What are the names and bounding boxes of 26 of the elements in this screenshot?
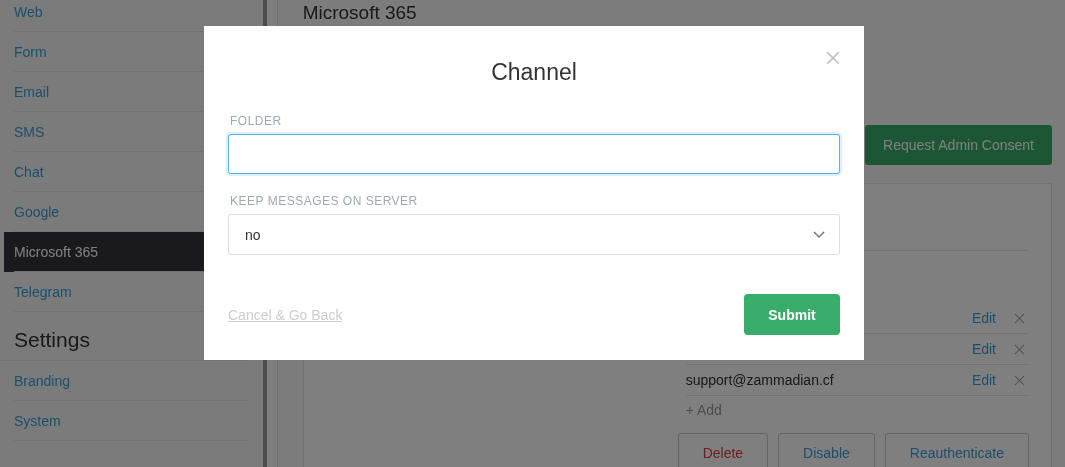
sidebar-item[interactable]: System xyxy=(4,401,263,441)
edit-link[interactable]: Edit xyxy=(971,310,996,326)
chevron-down-icon xyxy=(813,230,825,239)
sidebar-item[interactable]: Chat xyxy=(4,152,263,192)
edit-link[interactable]: Edit xyxy=(971,341,996,357)
action-button[interactable]: Disable xyxy=(778,433,875,467)
sidebar-item[interactable]: Form xyxy=(4,32,263,72)
sidebar-item[interactable]: Branding xyxy=(4,361,263,401)
action-button[interactable]: Reauthenticate xyxy=(884,433,1029,467)
remove-icon[interactable] xyxy=(1014,374,1025,386)
sidebar-item[interactable]: Email xyxy=(4,72,263,112)
field-label: KEEP MESSAGES ON SERVER xyxy=(230,194,419,208)
action-button[interactable]: Delete xyxy=(677,433,769,467)
remove-icon[interactable] xyxy=(1014,343,1025,355)
remove-icon[interactable] xyxy=(1014,312,1025,324)
dropdown-select[interactable]: no xyxy=(228,214,840,255)
sidebar-item[interactable]: Web xyxy=(4,0,263,32)
consent-button[interactable]: Request Admin Consent xyxy=(865,125,1052,165)
folder-input[interactable] xyxy=(228,134,840,174)
page-title: Microsoft 365 xyxy=(302,2,418,24)
field-label: FOLDER xyxy=(230,114,283,128)
email-address: support@zammadian.cf xyxy=(685,372,835,388)
edit-link[interactable]: Edit xyxy=(971,372,996,388)
modal-title: Channel xyxy=(490,59,578,87)
close-icon[interactable] xyxy=(826,51,840,65)
submit-button[interactable]: Submit xyxy=(744,294,840,335)
